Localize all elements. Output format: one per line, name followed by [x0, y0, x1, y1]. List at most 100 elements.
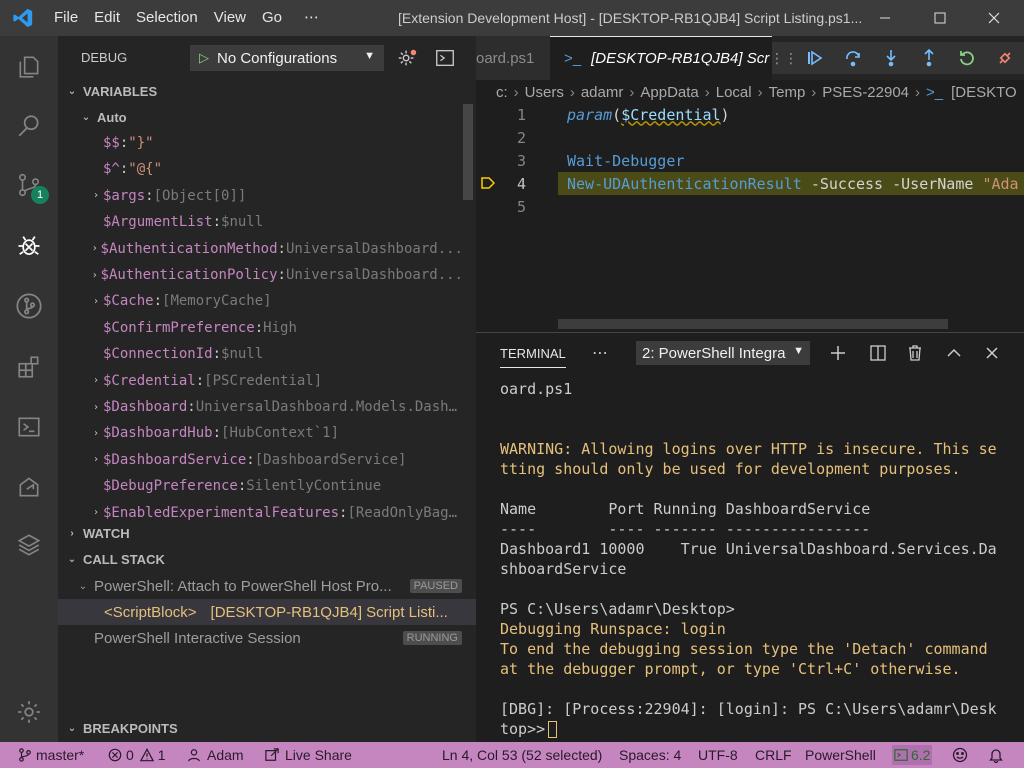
menu-go[interactable]: Go [254, 0, 290, 36]
breadcrumb-item[interactable]: Temp [769, 84, 806, 101]
debug-icon[interactable] [0, 221, 58, 271]
callstack-section-header[interactable]: ⌄ CALL STACK [58, 548, 476, 570]
drag-handle-icon[interactable]: ⋮⋮ [770, 42, 798, 74]
source-control-icon[interactable] [0, 160, 58, 210]
variables-section-header[interactable]: ⌄ VARIABLES [58, 80, 476, 102]
variable-row[interactable]: › $DashboardHub: [HubContext`1] [58, 420, 463, 446]
code-line-1[interactable]: 1 param($Credential) [476, 103, 1024, 126]
callstack-session-attach[interactable]: ⌄ PowerShell: Attach to PowerShell Host … [58, 573, 476, 599]
code-line-4[interactable]: 4 New-UDAuthenticationResult -Success -U… [476, 172, 1024, 195]
auto-scope-header[interactable]: ⌄ Auto [58, 106, 476, 128]
terminal-line-text: tting should only be used for developmen… [500, 460, 961, 478]
step-over-icon[interactable] [834, 42, 872, 74]
chevron-right-icon[interactable]: › [89, 454, 103, 465]
debug-console-icon[interactable] [434, 47, 456, 69]
variables-scrollbar[interactable] [463, 104, 473, 200]
chevron-right-icon[interactable]: › [89, 190, 103, 201]
debug-config-select[interactable]: ▷ No Configurations ▼ [190, 45, 384, 71]
line-ending[interactable]: CRLF [755, 742, 792, 768]
terminal-select[interactable]: 2: PowerShell Integra ▼ [636, 341, 810, 365]
breakpoints-section-header[interactable]: ⌄ BREAKPOINTS [58, 717, 476, 739]
tab-script-listing[interactable]: >_ [DESKTOP-RB1QJB4] Scr [550, 36, 772, 80]
disconnect-icon[interactable] [986, 42, 1024, 74]
minimize-icon[interactable] [862, 0, 908, 36]
remote-explorer-icon[interactable] [0, 462, 58, 512]
cursor-position[interactable]: Ln 4, Col 53 (52 selected) [442, 742, 602, 768]
breadcrumb-item[interactable]: [DESKTO [951, 84, 1017, 101]
powershell-version[interactable]: 6.2 [892, 745, 933, 765]
restart-icon[interactable] [948, 42, 986, 74]
chevron-right-icon[interactable]: › [89, 402, 103, 413]
maximize-icon[interactable] [917, 0, 963, 36]
step-out-icon[interactable] [910, 42, 948, 74]
layers-icon[interactable] [0, 520, 58, 570]
breadcrumb-item[interactable]: Local [716, 84, 752, 101]
powershell-icon[interactable] [0, 402, 58, 452]
more-actions-icon[interactable]: ⋯ [592, 343, 608, 363]
variable-row[interactable]: › $DashboardService: [DashboardService] [58, 447, 463, 473]
menu-more[interactable]: ⋯ [296, 0, 327, 36]
notifications-bell-icon[interactable] [988, 742, 1004, 768]
trash-icon[interactable] [903, 341, 927, 365]
start-debugging-icon[interactable]: ▷ [191, 50, 217, 66]
chevron-right-icon[interactable]: › [89, 428, 103, 439]
chevron-right-icon[interactable]: › [89, 243, 101, 254]
problems-indicator[interactable]: 0 1 [108, 742, 166, 768]
chevron-right-icon[interactable]: › [89, 375, 103, 386]
variable-row[interactable]: › $AuthenticationMethod: UniversalDashboa… [58, 236, 463, 262]
tab-dashboard-ps1[interactable]: oard.ps1 [476, 36, 550, 80]
variable-row[interactable]: $^: "@{" [58, 156, 463, 182]
breadcrumb-item[interactable]: PSES-22904 [822, 84, 909, 101]
variable-row[interactable]: $$: "}" [58, 130, 463, 156]
breadcrumb-item[interactable]: AppData [640, 84, 698, 101]
debug-settings-gear-icon[interactable] [396, 47, 418, 69]
chevron-right-icon[interactable]: › [89, 507, 103, 518]
code-line-2[interactable]: 2 [476, 126, 1024, 149]
menu-selection[interactable]: Selection [128, 0, 206, 36]
variable-row[interactable]: › $args: [Object[0]] [58, 183, 463, 209]
indentation[interactable]: Spaces: 4 [619, 742, 681, 768]
breadcrumb-item[interactable]: Users [525, 84, 564, 101]
callstack-frame[interactable]: <ScriptBlock> [DESKTOP-RB1QJB4] Script L… [58, 599, 476, 625]
git-branch[interactable]: master* [18, 742, 84, 768]
explorer-icon[interactable] [0, 42, 58, 92]
watch-section-header[interactable]: › WATCH [58, 522, 476, 544]
menu-file[interactable]: File [46, 0, 86, 36]
close-panel-icon[interactable] [980, 341, 1004, 365]
breadcrumb-item[interactable]: c: [496, 84, 508, 101]
variable-row[interactable]: › $Credential: [PSCredential] [58, 368, 463, 394]
code-line-5[interactable]: 5 [476, 195, 1024, 218]
new-terminal-icon[interactable] [826, 341, 850, 365]
git-graph-icon[interactable] [0, 281, 58, 331]
search-icon[interactable] [0, 101, 58, 151]
variable-row[interactable]: $ConfirmPreference: High [58, 315, 463, 341]
breadcrumb-item[interactable]: adamr [581, 84, 624, 101]
variable-value: UniversalDashboard... [285, 267, 463, 283]
chevron-right-icon[interactable]: › [89, 296, 103, 307]
variable-row[interactable]: $DebugPreference: SilentlyContinue [58, 473, 463, 499]
callstack-session-interactive[interactable]: PowerShell Interactive Session RUNNING [58, 625, 476, 651]
continue-icon[interactable] [796, 42, 834, 74]
menu-edit[interactable]: Edit [86, 0, 128, 36]
feedback-smiley-icon[interactable] [952, 742, 968, 768]
chevron-right-icon[interactable]: › [89, 270, 101, 281]
variable-row[interactable]: › $AuthenticationPolicy: UniversalDashboa… [58, 262, 463, 288]
menu-view[interactable]: View [206, 0, 254, 36]
live-share-user[interactable]: Adam [187, 742, 244, 768]
variable-row[interactable]: $ConnectionId: $null [58, 341, 463, 367]
code-line-3[interactable]: 3 Wait-Debugger [476, 149, 1024, 172]
maximize-panel-icon[interactable] [942, 341, 966, 365]
variable-row[interactable]: › $Dashboard: UniversalDashboard.Models.D… [58, 394, 463, 420]
variable-row[interactable]: $ArgumentList: $null [58, 209, 463, 235]
variable-row[interactable]: › $Cache: [MemoryCache] [58, 288, 463, 314]
tab-terminal[interactable]: TERMINAL [500, 346, 566, 368]
editor-horizontal-scrollbar[interactable] [558, 319, 948, 329]
live-share-button[interactable]: Live Share [265, 742, 352, 768]
encoding[interactable]: UTF-8 [698, 742, 738, 768]
split-terminal-icon[interactable] [866, 341, 890, 365]
step-into-icon[interactable] [872, 42, 910, 74]
settings-gear-icon[interactable] [0, 687, 58, 737]
close-icon[interactable] [971, 0, 1017, 36]
language-mode[interactable]: PowerShell [805, 742, 876, 768]
extensions-icon[interactable] [0, 342, 58, 392]
